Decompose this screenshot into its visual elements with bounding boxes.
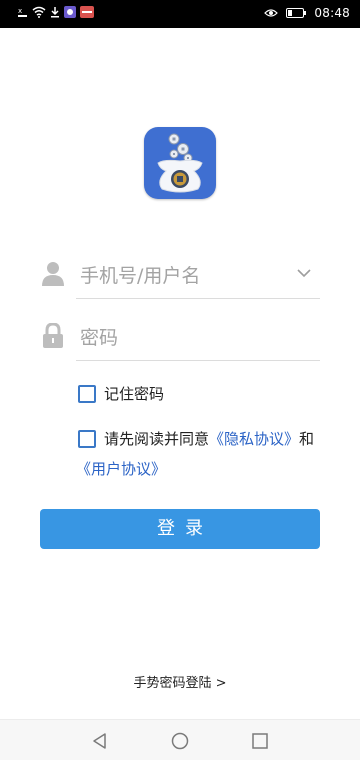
remember-password-row[interactable]: 记住密码: [78, 383, 164, 404]
svg-text:x: x: [18, 7, 22, 15]
battery-icon: [286, 8, 307, 18]
eye-icon: [264, 9, 279, 17]
app-notification-icon-2: [80, 6, 94, 18]
lock-icon: [43, 323, 63, 348]
login-screen: x 08:48 手机号/用户名 密码 记住密码 请先阅读并同意《隐私协议》和 《…: [0, 0, 360, 760]
gesture-login-link[interactable]: 手势密码登陆 >: [0, 672, 360, 691]
status-right-icons: 08:48: [264, 6, 350, 20]
remember-password-label: 记住密码: [104, 385, 165, 403]
user-agreement-link[interactable]: 《用户协议》: [76, 458, 166, 479]
username-underline: [76, 298, 320, 299]
money-bag-icon: [157, 133, 203, 193]
status-bar: x 08:48: [0, 0, 360, 28]
password-underline: [76, 360, 320, 361]
wifi-icon: [32, 6, 46, 18]
back-icon[interactable]: [91, 732, 109, 750]
privacy-policy-link[interactable]: 《隐私协议》: [209, 430, 299, 448]
username-input[interactable]: 手机号/用户名: [80, 261, 200, 288]
chevron-down-icon[interactable]: [296, 267, 312, 279]
agreement-checkbox[interactable]: [78, 429, 96, 448]
username-field[interactable]: 手机号/用户名: [36, 259, 320, 299]
money-bag-app-icon: [144, 127, 216, 199]
agreement-and: 和: [299, 430, 315, 448]
recents-icon[interactable]: [251, 732, 269, 750]
agreement-row[interactable]: 请先阅读并同意《隐私协议》和: [78, 428, 314, 449]
login-button[interactable]: 登录: [40, 509, 320, 549]
remember-password-checkbox[interactable]: [78, 384, 96, 403]
password-field[interactable]: 密码: [36, 321, 320, 361]
status-time: 08:48: [314, 6, 350, 20]
status-left-icons: x: [18, 6, 94, 18]
password-input[interactable]: 密码: [80, 323, 118, 350]
signal-x-icon: x: [18, 7, 27, 17]
download-icon: [51, 7, 59, 18]
agreement-label: 请先阅读并同意《隐私协议》和: [104, 428, 314, 449]
app-notification-icon: [64, 6, 76, 18]
agreement-prefix: 请先阅读并同意: [104, 430, 210, 448]
home-icon[interactable]: [171, 732, 189, 750]
system-nav-bar: [0, 719, 360, 760]
user-icon: [42, 262, 64, 286]
